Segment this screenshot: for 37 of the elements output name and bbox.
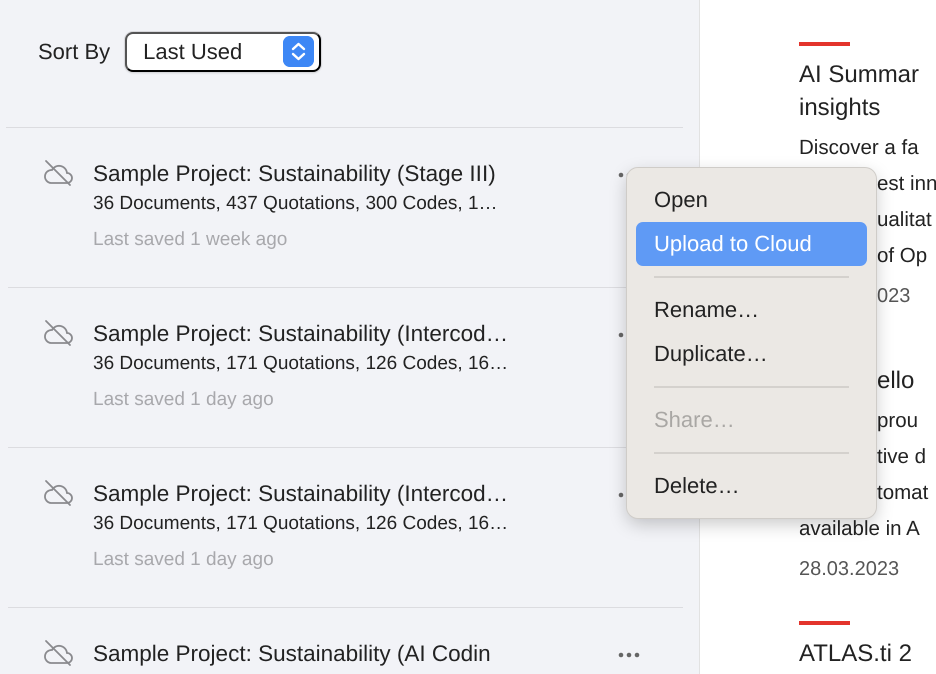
news-text: est inn <box>876 171 936 197</box>
news-text: Discover a fa <box>799 135 920 161</box>
sort-popup-button[interactable]: Last Used <box>125 32 322 72</box>
last-saved-text: Last saved 1 day ago <box>93 388 275 412</box>
last-saved-text: Last saved 1 day ago <box>93 548 275 572</box>
project-details: 36 Documents, 437 Quotations, 300 Codes, 1… <box>93 192 499 216</box>
accent-bar <box>799 621 850 625</box>
news-text: ualitat <box>876 207 933 233</box>
menu-item[interactable]: Rename… <box>636 288 867 332</box>
more-icon[interactable] <box>617 651 641 659</box>
project-title: Sample Project: Sustainability (Intercod… <box>93 480 510 508</box>
sort-by-label: Sort By <box>38 38 110 64</box>
menu-item[interactable]: Duplicate… <box>636 332 867 376</box>
menu-item: Share… <box>653 406 736 434</box>
news-text: available in A <box>799 516 921 542</box>
menu-item[interactable]: Delete… <box>636 464 867 508</box>
cloud-off-icon <box>43 479 73 507</box>
project-title: Sample Project: Sustainability (AI Codin <box>93 640 492 668</box>
last-saved-text: Last saved 1 week ago <box>93 228 288 252</box>
stepper-icon <box>283 36 314 67</box>
news-text: prou <box>876 408 920 434</box>
cloud-off-icon <box>43 159 73 187</box>
news-date: 023 <box>876 284 912 309</box>
news-title[interactable]: AI Summar <box>799 58 936 91</box>
project-title: Sample Project: Sustainability (Stage III) <box>93 160 497 188</box>
menu-item[interactable]: Open <box>636 178 867 222</box>
project-title: Sample Project: Sustainability (Intercod… <box>93 320 510 348</box>
news-date: 28.03.2023 <box>799 557 900 582</box>
news-text: tomat <box>876 480 930 506</box>
project-details: 36 Documents, 171 Quotations, 126 Codes, 16… <box>93 512 510 536</box>
accent-bar <box>799 42 850 46</box>
news-title[interactable]: ATLAS.ti 2 <box>799 637 936 670</box>
cloud-off-icon <box>43 319 73 347</box>
cloud-off-icon <box>43 639 73 667</box>
news-text: tive d <box>876 444 927 470</box>
news-title[interactable]: insights <box>799 91 936 124</box>
project-details: 36 Documents, 171 Quotations, 126 Codes, 16… <box>93 352 510 376</box>
